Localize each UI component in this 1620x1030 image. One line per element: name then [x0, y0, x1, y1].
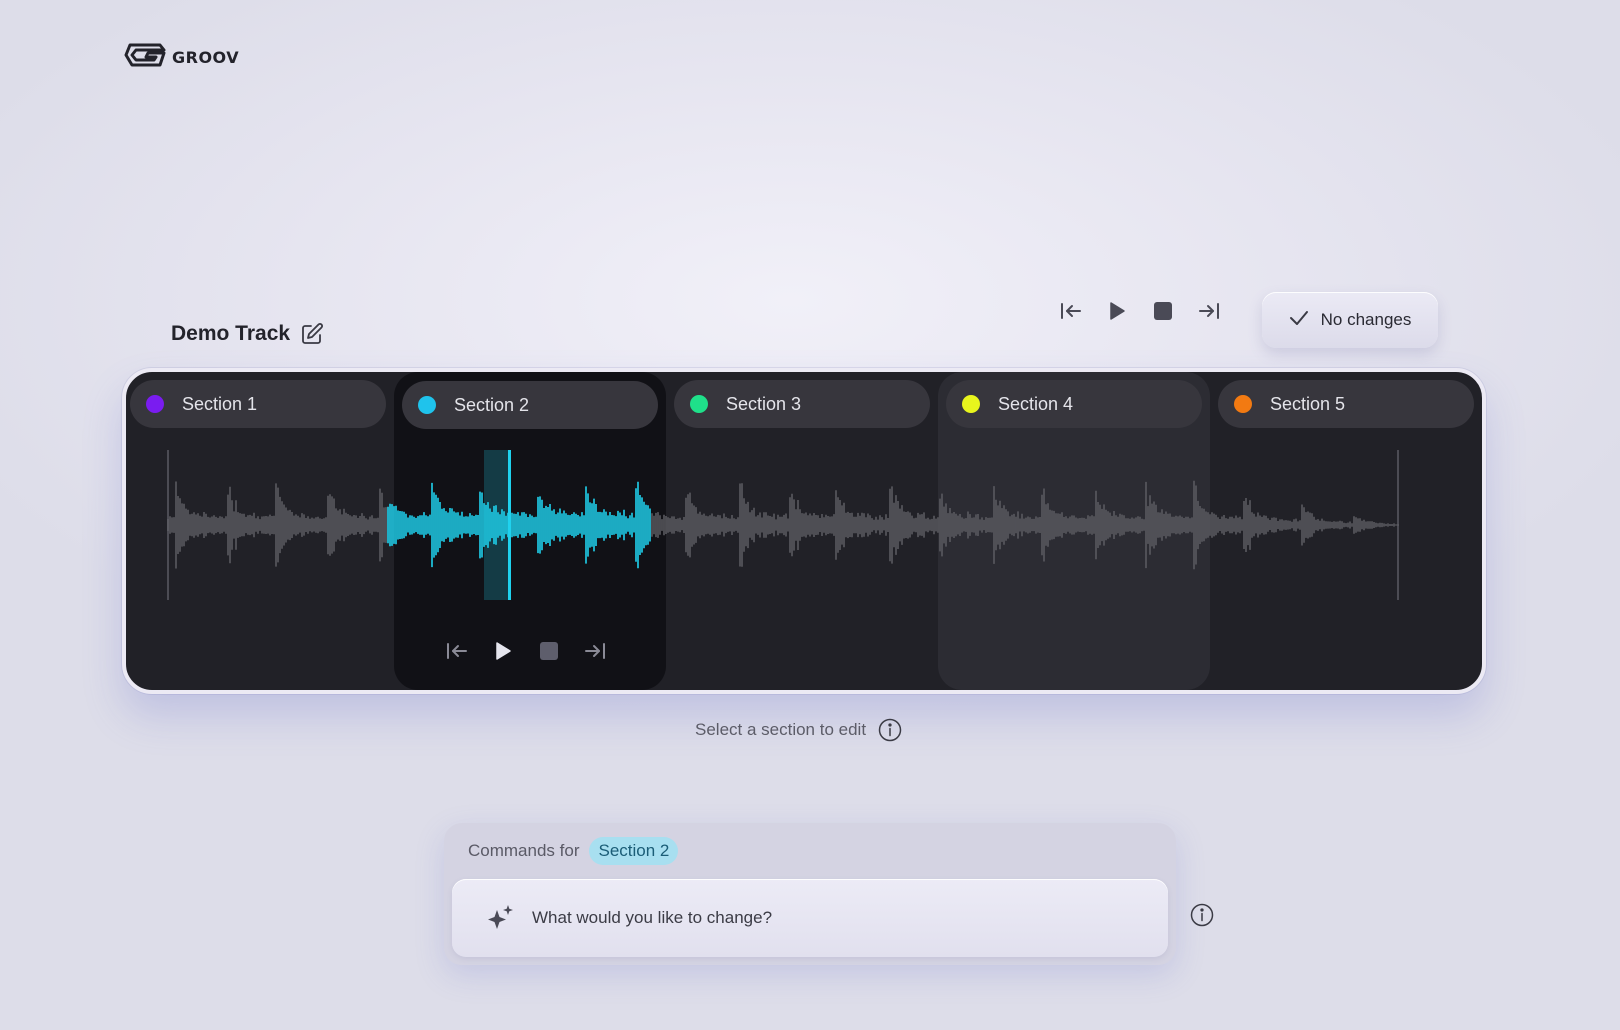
audio-waveform[interactable]: [126, 450, 1482, 600]
section-color-dot: [1234, 395, 1252, 413]
playhead[interactable]: [508, 450, 511, 600]
skip-to-start-icon: [1060, 302, 1082, 325]
section-label: Section 2: [454, 394, 530, 415]
stop-button[interactable]: [1152, 301, 1174, 326]
play-button[interactable]: [1106, 301, 1128, 326]
brand-name: GROOV: [172, 48, 240, 67]
select-section-hint: Select a section to edit: [695, 718, 902, 742]
section-color-dot: [690, 395, 708, 413]
section-tag[interactable]: Section 2: [589, 837, 679, 865]
section-color-dot: [962, 395, 980, 413]
edit-pencil-icon[interactable]: [300, 322, 324, 346]
groov-logo-icon: [124, 42, 166, 73]
global-transport: [1060, 301, 1220, 326]
waveform-active-section: [387, 481, 651, 569]
command-header: Commands for Section 2: [468, 837, 679, 865]
section-transport: [446, 641, 606, 666]
command-panel: Commands for Section 2: [444, 823, 1176, 965]
section-skip-to-start-button[interactable]: [446, 642, 468, 664]
track-title: Demo Track: [171, 322, 291, 345]
section-tab-3[interactable]: Section 3: [674, 380, 930, 428]
skip-to-end-icon: [1198, 302, 1220, 325]
waveform-inactive: [167, 480, 1399, 570]
section-color-dot: [146, 395, 164, 413]
play-icon: [1108, 301, 1126, 326]
command-prefix: Commands for: [468, 841, 580, 860]
info-icon: [1190, 903, 1214, 927]
track-timeline[interactable]: Section 1 Section 2 Section 3 Section 4 …: [122, 368, 1486, 694]
hint-text: Select a section to edit: [695, 720, 867, 739]
section-tab-4[interactable]: Section 4: [946, 380, 1202, 428]
command-input[interactable]: [532, 908, 1132, 928]
section-color-dot: [418, 396, 436, 414]
skip-to-end-icon: [584, 642, 606, 665]
section-skip-to-end-button[interactable]: [584, 642, 606, 664]
section-tab-5[interactable]: Section 5: [1218, 380, 1474, 428]
command-info-button[interactable]: [1190, 903, 1214, 927]
track-title-group: Demo Track: [171, 322, 324, 346]
info-icon[interactable]: [878, 718, 902, 742]
check-icon: [1289, 310, 1309, 331]
sparkle-icon: [484, 902, 516, 934]
play-icon: [494, 641, 512, 666]
section-tab-2[interactable]: Section 2: [402, 381, 658, 429]
playhead-band: [484, 450, 510, 600]
skip-to-end-button[interactable]: [1198, 302, 1220, 324]
status-label: No changes: [1320, 310, 1412, 329]
section-label: Section 1: [182, 393, 258, 414]
section-stop-button[interactable]: [538, 641, 560, 666]
section-label: Section 5: [1270, 393, 1346, 414]
brand-logo[interactable]: GROOV: [124, 42, 239, 73]
section-label: Section 4: [998, 393, 1074, 414]
stop-icon: [1153, 301, 1173, 326]
command-input-box[interactable]: [452, 879, 1168, 957]
skip-to-start-button[interactable]: [1060, 302, 1082, 324]
stop-icon: [539, 641, 559, 666]
section-play-button[interactable]: [492, 641, 514, 666]
skip-to-start-icon: [446, 642, 468, 665]
section-label: Section 3: [726, 393, 802, 414]
no-changes-button[interactable]: No changes: [1262, 292, 1438, 348]
section-tab-1[interactable]: Section 1: [130, 380, 386, 428]
